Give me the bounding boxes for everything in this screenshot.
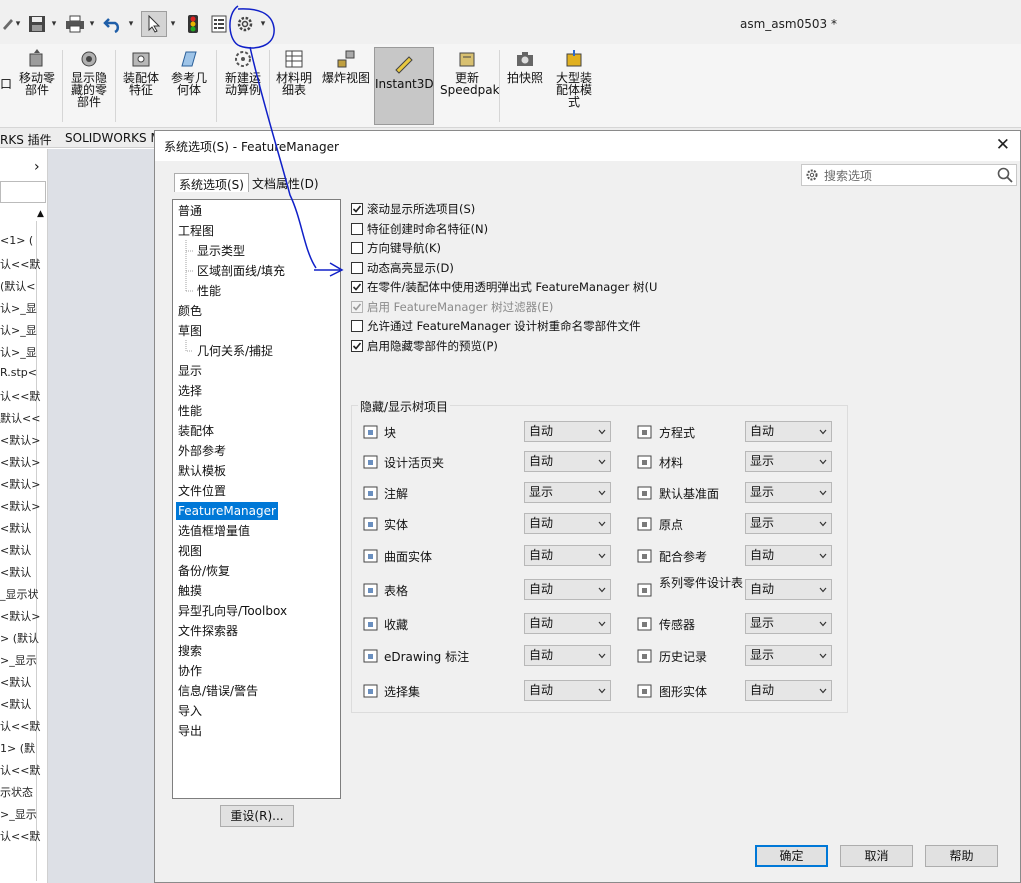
annotation-arrow-line — [249, 46, 317, 269]
annotation-circle — [229, 5, 275, 49]
hand-drawn-annotation — [229, 5, 344, 277]
